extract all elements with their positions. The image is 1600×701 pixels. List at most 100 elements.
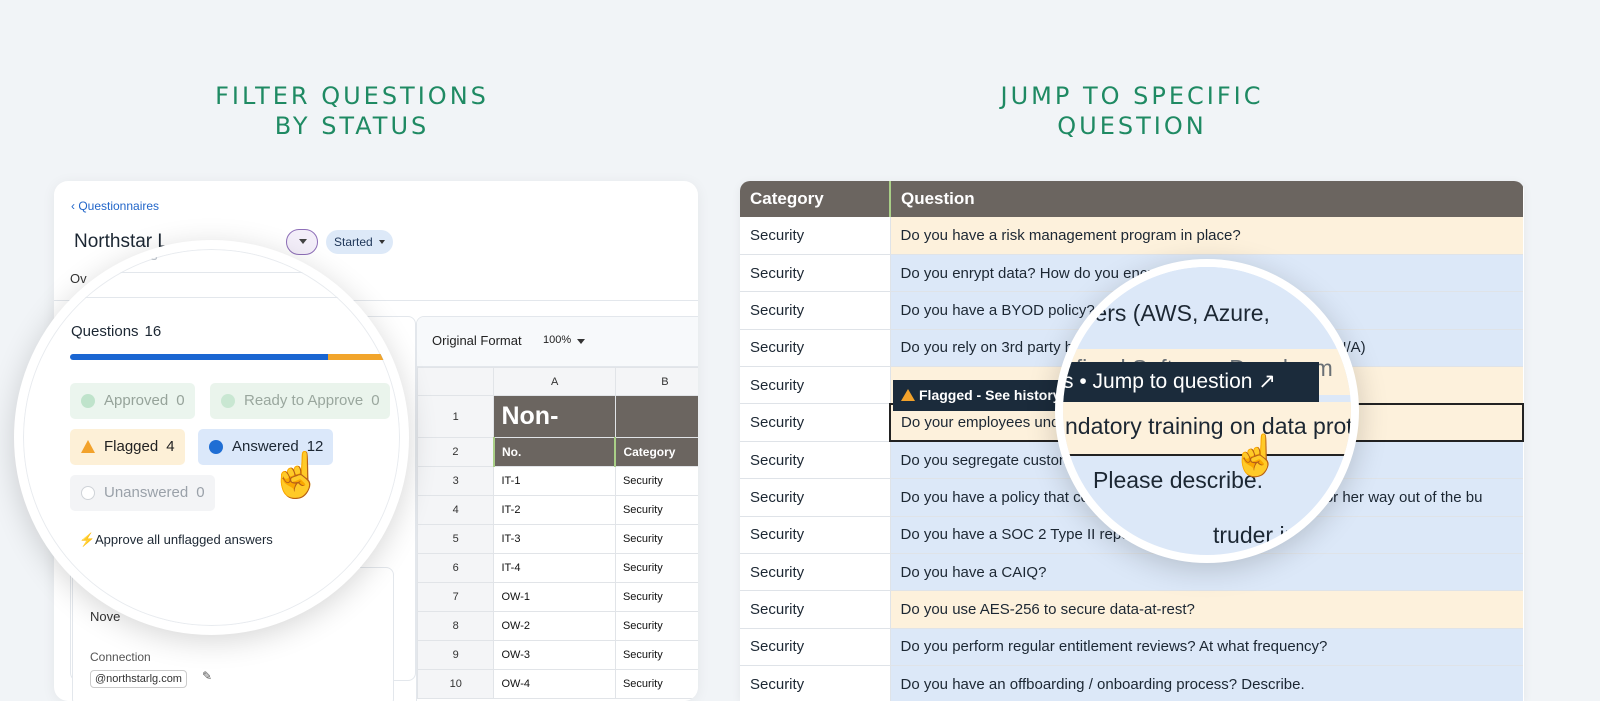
row-number: 8 — [417, 611, 495, 641]
cell[interactable]: Security — [614, 466, 698, 496]
category-cell[interactable]: Security — [740, 553, 891, 592]
check-circle-icon — [81, 394, 95, 408]
cell[interactable]: Security — [614, 553, 698, 583]
corner-cell — [417, 367, 495, 396]
warning-icon — [81, 440, 95, 453]
cell[interactable]: OW-1 — [493, 582, 616, 612]
category-cell[interactable]: Security — [740, 516, 891, 555]
cell[interactable]: Security — [614, 611, 698, 641]
filter-heading-line2: BY STATUS — [274, 112, 430, 140]
question-cell[interactable]: Do you have a risk management program in… — [890, 217, 1523, 255]
category-cell[interactable]: Security — [740, 665, 891, 701]
row-number: 1 — [417, 395, 495, 438]
filter-flagged-chip[interactable]: Flagged 4 — [70, 429, 185, 465]
table-row: 1 Non- — [417, 395, 698, 438]
zoom-text: viders (AWS, Azure, — [1065, 300, 1270, 326]
category-cell[interactable]: Security — [740, 403, 891, 442]
filter-approved-chip[interactable]: Approved 0 — [70, 383, 195, 419]
question-cell[interactable]: Do you have an offboarding / onboarding … — [890, 665, 1523, 701]
cell[interactable]: OW-4 — [493, 669, 616, 699]
cell[interactable]: OW-3 — [493, 640, 616, 670]
row-number: 10 — [417, 669, 495, 699]
chip-count: 4 — [166, 438, 175, 455]
filter-heading-line1: FILTER QUESTIONS — [215, 82, 489, 110]
back-to-questionnaires-link[interactable]: ‹ Questionnaires — [71, 199, 159, 213]
connection-field[interactable]: @northstarlg.com — [90, 670, 187, 688]
table-row[interactable]: Security Do you have a CAIQ? — [740, 553, 1523, 592]
table-row[interactable]: Security Do you have a risk management pr… — [740, 217, 1523, 255]
table-row[interactable]: Security Do you have an offboarding / onb… — [740, 665, 1523, 701]
question-column-header[interactable]: Question — [889, 181, 1523, 217]
question-cell[interactable]: Do you perform regular entitlement revie… — [890, 628, 1523, 667]
status-filter-magnifier: ers Questions 16 Approved 0 Ready to Appro… — [14, 240, 409, 635]
table-row: 10 OW-4 Security — [417, 669, 698, 699]
table-row: 2 No. Category — [417, 437, 698, 467]
row-number: 7 — [417, 582, 495, 612]
jump-heading: JUMP TO SPECIFIC QUESTION — [922, 81, 1342, 141]
table-header-row: Category Question — [740, 181, 1523, 217]
jump-heading-line2: QUESTION — [1057, 112, 1207, 140]
category-cell[interactable]: Security — [740, 366, 891, 405]
chip-count: 0 — [176, 392, 185, 409]
header-no-cell[interactable]: No. — [492, 437, 616, 467]
cell[interactable]: Security — [614, 669, 698, 699]
questions-count: 16 — [144, 323, 162, 340]
questions-label: Questions — [71, 323, 139, 340]
row-number: 5 — [417, 524, 495, 554]
questions-card-zoomed — [23, 297, 400, 626]
category-cell[interactable]: Security — [740, 478, 891, 517]
cell[interactable]: Security — [614, 582, 698, 612]
flagged-history-tooltip[interactable]: Flagged - See history — [893, 380, 1069, 411]
cell[interactable]: OW-2 — [493, 611, 616, 641]
question-circle-icon — [81, 486, 95, 500]
cell[interactable]: IT-1 — [493, 466, 616, 496]
pencil-icon[interactable]: ✎ — [202, 669, 212, 683]
category-cell[interactable]: Security — [740, 590, 891, 629]
cell[interactable]: IT-3 — [493, 524, 616, 554]
filter-ready-to-approve-chip[interactable]: Ready to Approve 0 — [210, 383, 390, 419]
chip-count: 0 — [196, 484, 205, 501]
filter-heading: FILTER QUESTIONS BY STATUS — [142, 81, 562, 141]
cell[interactable]: Security — [614, 524, 698, 554]
chip-label: Unanswered — [104, 484, 189, 501]
table-row: 4 IT-2 Security — [417, 495, 698, 525]
sheet-grid: A B 1 Non- 2 No. Category 3 IT-1 Security … — [417, 367, 698, 699]
cell[interactable]: IT-2 — [493, 495, 616, 525]
table-row: 8 OW-2 Security — [417, 611, 698, 641]
chip-label: Flagged — [104, 438, 159, 455]
chevron-down-icon — [299, 239, 307, 244]
header-category-cell[interactable]: Category — [614, 437, 698, 467]
category-cell[interactable]: Security — [740, 217, 891, 255]
question-cell[interactable]: Do you use AES-256 to secure data-at-res… — [890, 590, 1523, 629]
filter-unanswered-chip[interactable]: Unanswered 0 — [70, 475, 215, 511]
approve-all-label: Approve all unflagged answers — [95, 532, 273, 547]
category-cell[interactable]: Security — [740, 329, 891, 368]
table-row[interactable]: Security Do you use AES-256 to secure dat… — [740, 590, 1523, 629]
row-number: 9 — [417, 640, 495, 670]
hand-pointer-icon: ☝ — [1231, 434, 1281, 478]
category-cell[interactable]: Security — [740, 291, 891, 330]
flag-tooltip-label: Flagged - See history — [919, 387, 1061, 403]
category-column-header[interactable]: Category — [740, 181, 890, 217]
divider — [23, 272, 400, 273]
category-cell[interactable]: Security — [740, 628, 891, 667]
ghost-tab-text: ers — [138, 247, 158, 263]
cell[interactable]: IT-4 — [493, 553, 616, 583]
cell[interactable]: Security — [614, 640, 698, 670]
category-cell[interactable]: Security — [740, 441, 891, 480]
zoom-text: ndatory training on data prot — [1065, 413, 1353, 439]
cell[interactable]: Security — [614, 495, 698, 525]
jump-heading-line1: JUMP TO SPECIFIC — [1000, 82, 1264, 110]
column-b-header[interactable]: B — [614, 367, 698, 396]
spreadsheet-preview: Original Format 100% A B 1 Non- 2 No. Ca… — [416, 316, 698, 701]
table-row[interactable]: Security Do you perform regular entitleme… — [740, 628, 1523, 667]
column-a-header[interactable]: A — [493, 367, 616, 396]
cell[interactable] — [614, 395, 698, 438]
title-cell[interactable]: Non- — [493, 395, 616, 438]
row-number: 4 — [417, 495, 495, 525]
table-row: 5 IT-3 Security — [417, 524, 698, 554]
approve-all-unflagged-button[interactable]: Approve all unflagged answers — [95, 532, 273, 547]
category-cell[interactable]: Security — [740, 254, 891, 293]
zoom-select[interactable]: 100% — [543, 334, 586, 346]
jump-to-question-button[interactable]: s • Jump to question ↗ — [1063, 362, 1319, 402]
